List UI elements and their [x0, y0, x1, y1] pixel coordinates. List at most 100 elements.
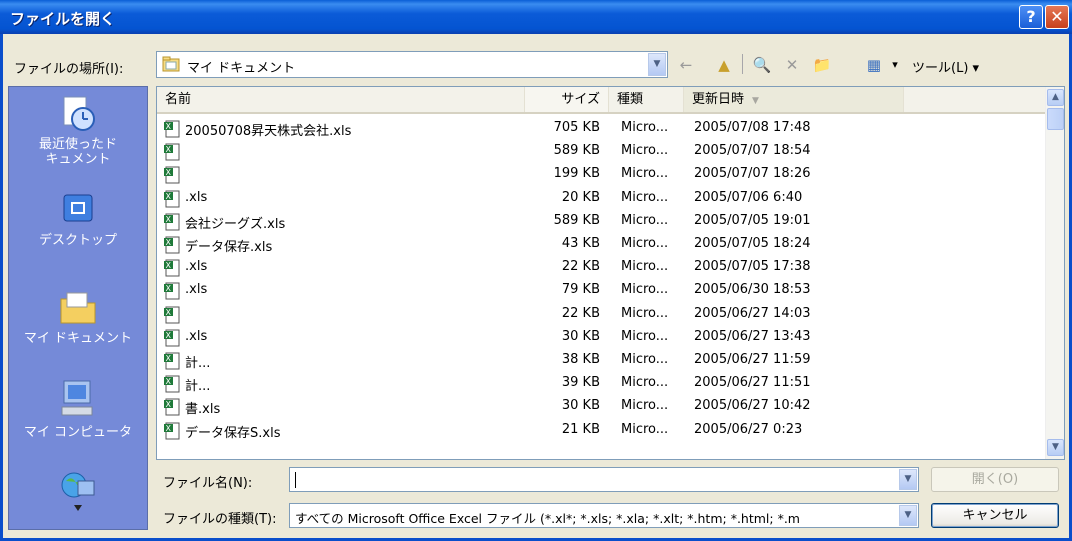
place-desktop[interactable]: デスクトップ [9, 191, 147, 248]
svg-text:X: X [166, 122, 172, 131]
excel-file-icon: X [164, 329, 180, 347]
file-row[interactable]: X 計... 39 KB Micro... 2005/06/27 11:51 [157, 372, 1045, 394]
file-type: Micro... [621, 120, 669, 135]
window-title: ファイルを開く [10, 10, 116, 28]
my-documents-icon [60, 292, 96, 324]
file-row[interactable]: X 計... 38 KB Micro... 2005/06/27 11:59 [157, 349, 1045, 371]
file-row[interactable]: X 20050708昇天株式会社.xls 705 KB Micro... 2005/07… [157, 117, 1045, 139]
column-header-type[interactable]: 種類 [609, 87, 684, 112]
svg-text:X: X [166, 192, 172, 201]
file-type: Micro... [621, 212, 669, 228]
file-name: .xls [185, 282, 208, 298]
file-row[interactable]: X 199 KB Micro... 2005/07/07 18:26 [157, 163, 1045, 185]
file-row[interactable]: X .xls 79 KB Micro... 2005/06/30 18:53 [157, 279, 1045, 301]
cancel-button[interactable]: キャンセル [931, 503, 1059, 528]
file-date: 2005/06/27 10:42 [694, 398, 811, 414]
file-name: .xls [185, 328, 208, 344]
excel-file-icon: X [164, 422, 180, 440]
delete-icon[interactable]: ✕ [780, 54, 804, 76]
file-size: 30 KB [561, 328, 600, 344]
file-row[interactable]: X .xls 30 KB Micro... 2005/06/27 13:43 [157, 326, 1045, 348]
file-size: 20 KB [561, 189, 600, 205]
file-type: Micro... [621, 375, 669, 391]
excel-file-icon: X [164, 213, 180, 231]
excel-file-icon: X [164, 282, 180, 300]
column-header-name[interactable]: 名前 [157, 87, 525, 112]
excel-file-icon: X [164, 190, 180, 208]
file-row[interactable]: X 22 KB Micro... 2005/06/27 14:03 [157, 303, 1045, 325]
open-button[interactable]: 開く(O) [931, 467, 1059, 492]
svg-text:X: X [166, 377, 172, 386]
excel-file-icon: X [164, 166, 180, 184]
up-folder-icon[interactable]: ▲ [712, 54, 736, 76]
file-type: Micro... [621, 352, 669, 367]
file-row[interactable]: X データ保存S.xls 21 KB Micro... 2005/06/27 0:23 [157, 419, 1045, 441]
file-size: 39 KB [561, 375, 600, 391]
file-row[interactable]: X 589 KB Micro... 2005/07/07 18:54 [157, 140, 1045, 162]
column-type-label: 種類 [617, 92, 644, 107]
filetype-combo[interactable]: すべての Microsoft Office Excel ファイル (*.xl*;… [289, 503, 919, 528]
file-type: Micro... [621, 421, 669, 437]
my-computer-icon [61, 380, 93, 416]
file-name: .xls [185, 189, 208, 205]
file-date: 2005/06/27 11:59 [694, 352, 811, 367]
file-type: Micro... [621, 398, 669, 414]
file-size: 705 KB [553, 120, 600, 135]
new-folder-icon[interactable]: 📁 [810, 54, 834, 76]
file-row[interactable]: X 会社ジーグズ.xls 589 KB Micro... 2005/07/05 19:0… [157, 210, 1045, 232]
scroll-down-button[interactable]: ▼ [1047, 439, 1064, 456]
toolbar-separator [742, 54, 743, 74]
svg-text:X: X [166, 145, 172, 154]
column-header-date[interactable]: 更新日時 ▼ [684, 87, 904, 112]
place-desktop-label: デスクトップ [38, 233, 117, 248]
file-date: 2005/07/05 19:01 [694, 212, 811, 228]
file-date: 2005/07/07 18:26 [694, 166, 811, 182]
views-menu-arrow-icon[interactable]: ▾ [888, 54, 902, 76]
back-icon[interactable]: ← [676, 54, 696, 76]
folder-icon [162, 56, 180, 72]
place-network[interactable] [9, 467, 147, 519]
file-type: Micro... [621, 328, 669, 344]
file-size: 589 KB [553, 143, 600, 159]
place-mydocs[interactable]: マイ ドキュメント [9, 287, 147, 346]
file-name: 書.xls [185, 402, 221, 418]
file-row[interactable]: X .xls 20 KB Micro... 2005/07/06 6:40 [157, 187, 1045, 209]
file-type: Micro... [621, 282, 669, 298]
place-mycomputer[interactable]: マイ コンピュータ [9, 377, 147, 440]
file-row[interactable]: X 書.xls 30 KB Micro... 2005/06/27 10:42 [157, 395, 1045, 417]
file-size: 22 KB [561, 259, 600, 275]
views-menu-icon[interactable]: ▦ [862, 54, 886, 76]
vertical-scrollbar[interactable]: ▲ ▼ [1045, 87, 1064, 459]
filetype-label: ファイルの種類(T): [163, 512, 277, 527]
filetype-dropdown-arrow[interactable]: ▼ [899, 505, 917, 526]
file-type: Micro... [621, 189, 669, 205]
svg-text:X: X [166, 168, 172, 177]
column-header-size[interactable]: サイズ [525, 87, 609, 112]
location-dropdown-arrow[interactable]: ▼ [648, 53, 666, 76]
svg-text:X: X [166, 424, 172, 433]
sort-descending-icon: ▼ [752, 96, 759, 106]
recent-documents-icon [63, 96, 95, 131]
tools-menu[interactable]: ツール(L) ▾ [912, 57, 979, 76]
svg-text:X: X [166, 261, 172, 270]
file-date: 2005/06/27 11:51 [694, 375, 811, 391]
file-type: Micro... [621, 143, 669, 159]
close-button[interactable]: ✕ [1045, 5, 1069, 29]
search-web-icon[interactable]: 🔍 [750, 54, 774, 76]
file-list[interactable]: 名前 サイズ 種類 更新日時 ▼ X 20050708昇天株式会社.xls 705 K… [156, 86, 1065, 460]
place-recent[interactable]: 最近使ったド キュメント [9, 93, 147, 167]
file-row[interactable]: X データ保存.xls 43 KB Micro... 2005/07/05 18:24 [157, 233, 1045, 255]
file-name: 会社ジーグズ.xls [185, 216, 286, 232]
location-combo[interactable]: マイ ドキュメント ▼ [156, 51, 668, 78]
filename-dropdown-arrow[interactable]: ▼ [899, 469, 917, 490]
scroll-up-button[interactable]: ▲ [1047, 89, 1064, 106]
file-row[interactable]: X .xls 22 KB Micro... 2005/07/05 17:38 [157, 256, 1045, 278]
help-button[interactable]: ? [1019, 5, 1043, 29]
file-size: 43 KB [561, 236, 600, 251]
text-caret [295, 472, 296, 488]
scroll-thumb[interactable] [1047, 108, 1064, 130]
place-mydocs-label: マイ ドキュメント [23, 331, 133, 346]
filename-input[interactable]: ▼ [289, 467, 919, 492]
excel-file-icon: X [164, 143, 180, 161]
places-bar: 最近使ったド キュメント デスクトップ マイ ドキュメント マイ コンピュータ [8, 86, 148, 530]
